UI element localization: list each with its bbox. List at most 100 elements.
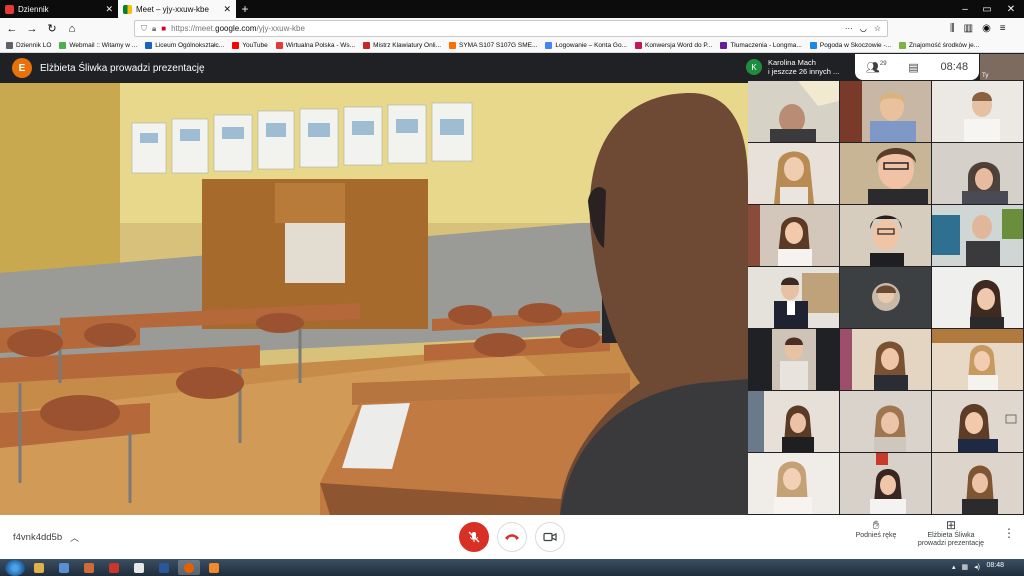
taskbar-app[interactable]	[103, 560, 125, 575]
raise-hand-icon: ✋︎	[872, 518, 880, 532]
firefox-icon	[184, 562, 194, 573]
participant-tile[interactable]	[748, 391, 839, 452]
meeting-code: f4vnk4dd5b	[13, 532, 63, 543]
bookmark-item[interactable]: SYMA S107 S107G SME...	[449, 42, 537, 49]
participant-tile[interactable]	[932, 205, 1023, 266]
media-icon	[84, 562, 94, 573]
participant-tile[interactable]	[840, 391, 931, 452]
bookmark-item[interactable]: Liceum Ogólnokształc...	[145, 42, 224, 49]
taskbar-app[interactable]	[78, 560, 100, 575]
participant-tile[interactable]	[932, 267, 1023, 328]
chat-icon[interactable]: ▤	[908, 61, 918, 74]
taskbar-app[interactable]	[203, 560, 225, 575]
people-button[interactable]: 👥︎ 29	[866, 61, 887, 74]
bookmark-item[interactable]: Dziennik LO	[6, 42, 51, 49]
camera-toggle-button[interactable]	[535, 522, 565, 552]
pocket-icon[interactable]: ◡	[860, 24, 867, 33]
bookmark-favicon-icon	[59, 42, 67, 49]
participant-tile[interactable]	[840, 205, 931, 266]
os-taskbar: ▴ ▦ ◂) 08:48	[0, 559, 1024, 576]
participant-tile[interactable]	[748, 267, 839, 328]
participant-tile[interactable]	[932, 329, 1023, 390]
tray-up-icon[interactable]: ▴	[952, 563, 956, 571]
raise-hand-button[interactable]: ✋︎ Podnieś rękę	[850, 518, 902, 540]
presentation-button[interactable]: ⊞ Elżbieta Śliwka prowadzi prezentację	[912, 518, 990, 548]
video-camera-icon	[543, 532, 557, 542]
bookmark-item[interactable]: Webmail :: Witamy w ...	[59, 42, 137, 49]
bookmark-favicon-icon	[449, 42, 457, 49]
participant-tile[interactable]	[932, 81, 1023, 142]
close-window-icon[interactable]: ✕	[1000, 0, 1022, 18]
bookmark-item[interactable]: Tłumaczenia - Longma...	[720, 42, 802, 49]
word-icon	[159, 562, 169, 573]
bookmark-star-icon[interactable]: ☆	[874, 24, 881, 33]
bookmark-item[interactable]: Konwersja Word do P...	[634, 42, 712, 49]
start-button[interactable]	[5, 559, 25, 576]
bookmark-item[interactable]: Mistrz Klawiatury Onli...	[363, 42, 441, 49]
participant-tile[interactable]	[840, 81, 931, 142]
participant-tile[interactable]	[748, 81, 839, 142]
google-icon	[545, 42, 553, 49]
participants-summary: Karolina Mach i jeszcze 26 innych ...	[768, 58, 840, 76]
account-icon[interactable]: ◉	[982, 23, 991, 34]
new-tab-button[interactable]: +	[236, 0, 254, 18]
browser-tab-strip: Dziennik ✕ Meet – yjy-xxuw-kbe ✕ + – ▭ ✕	[0, 0, 1024, 18]
app-icon	[109, 562, 119, 573]
participant-tile[interactable]	[840, 453, 931, 514]
menu-icon[interactable]: ≡	[1000, 23, 1006, 34]
bookmark-item[interactable]: Logowanie – Konta Go...	[545, 42, 627, 49]
participant-tile[interactable]	[840, 329, 931, 390]
reload-icon[interactable]: ↻	[44, 21, 60, 37]
close-tab-icon[interactable]: ✕	[223, 4, 231, 15]
tab-title: Meet – yjy-xxuw-kbe	[136, 4, 209, 14]
folder-icon	[34, 562, 44, 573]
bookmark-item[interactable]: Znajomość środków je...	[899, 42, 979, 49]
participant-tile[interactable]	[748, 205, 839, 266]
microphone-toggle-button[interactable]	[459, 522, 489, 552]
present-screen-icon: ⊞	[945, 518, 957, 532]
leave-call-button[interactable]	[497, 522, 527, 552]
taskbar-firefox[interactable]	[178, 560, 200, 575]
back-icon[interactable]: ←	[4, 21, 20, 37]
bookmark-item[interactable]: Pogoda w Skoczowie -...	[809, 42, 891, 49]
self-view-tile[interactable]: Ty	[980, 54, 1024, 80]
participant-tile[interactable]	[840, 267, 931, 328]
forward-icon[interactable]: →	[24, 21, 40, 37]
shield-icon[interactable]: ⛉	[141, 24, 147, 34]
network-icon[interactable]: ▦	[962, 563, 969, 571]
bookmark-favicon-icon	[720, 42, 728, 49]
taskbar-app[interactable]	[53, 560, 75, 575]
participant-tile[interactable]	[748, 453, 839, 514]
lock-icon[interactable]: 🔒︎	[152, 24, 156, 34]
meeting-details-button[interactable]: f4vnk4dd5b ︿	[13, 531, 79, 544]
more-options-icon[interactable]: ⋮	[1003, 527, 1015, 539]
tab-meet[interactable]: Meet – yjy-xxuw-kbe ✕	[118, 0, 236, 18]
close-tab-icon[interactable]: ✕	[105, 4, 113, 15]
maximize-icon[interactable]: ▭	[976, 0, 998, 18]
participant-tile[interactable]	[748, 329, 839, 390]
camera-permission-icon[interactable]: ■	[161, 24, 166, 33]
participant-tile[interactable]	[748, 143, 839, 204]
sidebar-icon[interactable]: ▥	[964, 23, 973, 34]
participant-tile[interactable]	[932, 143, 1023, 204]
taskbar-clock[interactable]: 08:48	[986, 562, 1004, 569]
taskbar-app[interactable]	[128, 560, 150, 575]
meet-icon	[123, 4, 132, 14]
library-icon[interactable]: ⫼	[950, 23, 955, 34]
participant-tile[interactable]	[840, 143, 931, 204]
app-icon	[59, 562, 69, 573]
participant-tile[interactable]	[932, 453, 1023, 514]
taskbar-explorer[interactable]	[28, 560, 50, 575]
page-actions-icon[interactable]: ···	[845, 24, 853, 33]
minimize-icon[interactable]: –	[954, 0, 976, 18]
bookmark-item[interactable]: Wirtualna Polska - Ws...	[275, 42, 355, 49]
taskbar-app[interactable]	[153, 560, 175, 575]
bookmark-item[interactable]: YouTube	[232, 42, 268, 49]
volume-icon[interactable]: ◂)	[974, 563, 980, 571]
url-bar[interactable]: ⛉ 🔒︎ ■ https://meet.google.com/yjy-xxuw-…	[134, 20, 888, 37]
home-icon[interactable]: ⌂	[64, 21, 80, 37]
participant-tile[interactable]	[932, 391, 1023, 452]
bookmark-favicon-icon	[634, 42, 642, 49]
dziennik-icon	[5, 4, 14, 14]
tab-dziennik[interactable]: Dziennik ✕	[0, 0, 118, 18]
